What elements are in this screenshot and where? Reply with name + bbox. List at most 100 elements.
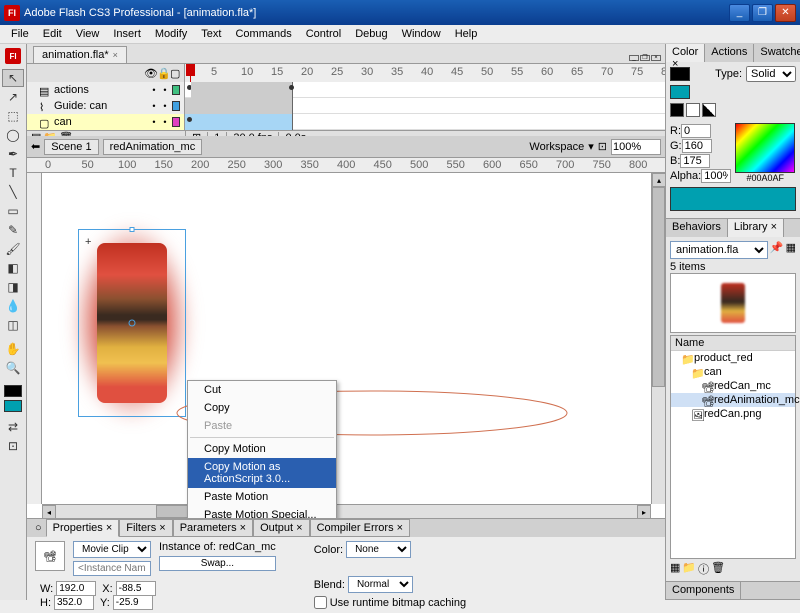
minimize-button[interactable]: _ <box>729 4 750 22</box>
line-tool[interactable]: ╲ <box>2 183 24 201</box>
menu-text[interactable]: Text <box>194 26 228 42</box>
tab-behaviors[interactable]: Behaviors <box>666 219 728 237</box>
new-library-icon[interactable]: ▦ <box>786 241 796 261</box>
tab-compiler-errors[interactable]: Compiler Errors × <box>310 519 411 537</box>
menu-debug[interactable]: Debug <box>348 26 394 42</box>
no-color-icon[interactable] <box>686 103 700 117</box>
text-tool[interactable]: T <box>2 164 24 182</box>
symbol-crumb[interactable]: redAnimation_mc <box>103 139 203 155</box>
paint-bucket-tool[interactable]: ◨ <box>2 278 24 296</box>
stroke-color-swatch[interactable] <box>4 385 22 397</box>
symbol-type-select[interactable]: Movie Clip <box>73 541 151 558</box>
horizontal-scrollbar[interactable]: ◂ ▸ <box>42 504 651 518</box>
blend-select[interactable]: Normal <box>348 576 413 593</box>
free-transform-tool[interactable]: ⬚ <box>2 107 24 125</box>
blue-input[interactable] <box>680 154 710 168</box>
color-picker[interactable] <box>735 123 795 173</box>
layer-actions[interactable]: ▤ actions •• <box>27 82 185 98</box>
snap-toggle[interactable]: ⊡ <box>2 437 24 455</box>
swap-button[interactable]: Swap... <box>159 556 276 571</box>
back-button[interactable]: ⬅ <box>31 140 40 153</box>
components-tab[interactable]: Components <box>666 582 741 599</box>
red-input[interactable] <box>681 124 711 138</box>
menu-insert[interactable]: Insert <box>106 26 148 42</box>
fill-swatch[interactable] <box>670 85 690 99</box>
library-doc-select[interactable]: animation.fla <box>670 241 768 259</box>
properties-button[interactable]: ⓘ <box>698 561 709 577</box>
y-input[interactable] <box>113 595 153 610</box>
doc-restore-button[interactable]: ❐ <box>640 55 650 61</box>
layer-frames[interactable] <box>185 82 665 98</box>
stage[interactable]: + <box>42 173 651 504</box>
menu-help[interactable]: Help <box>448 26 485 42</box>
tab-color[interactable]: Color × <box>666 44 705 62</box>
new-folder-button[interactable]: 📁 <box>682 561 696 577</box>
ctx-copy[interactable]: Copy <box>188 399 336 417</box>
tab-library[interactable]: Library × <box>728 219 784 237</box>
layer-frames[interactable] <box>185 114 665 130</box>
scene-crumb[interactable]: Scene 1 <box>44 139 98 155</box>
alpha-input[interactable] <box>701 169 731 183</box>
name-column-header[interactable]: Name <box>671 336 795 351</box>
doc-minimize-button[interactable]: _ <box>629 55 639 61</box>
new-symbol-button[interactable]: ▦ <box>670 561 680 577</box>
tab-properties[interactable]: Properties × <box>46 519 120 537</box>
menu-view[interactable]: View <box>69 26 107 42</box>
width-input[interactable] <box>56 581 96 596</box>
eraser-tool[interactable]: ◫ <box>2 316 24 334</box>
library-item[interactable]: 📽redCan_mc <box>671 379 795 393</box>
library-item[interactable]: 📁product_red <box>671 351 795 365</box>
eyedropper-tool[interactable]: 💧 <box>2 297 24 315</box>
outline-icon[interactable]: ▢ <box>170 67 180 80</box>
library-item[interactable]: 🖼redCan.png <box>671 407 795 421</box>
swap-colors-icon[interactable]: ⇄ <box>2 418 24 436</box>
menu-commands[interactable]: Commands <box>228 26 298 42</box>
layer-can[interactable]: ▢ can •• <box>27 114 185 130</box>
workspace-menu-icon[interactable]: ▾ <box>588 140 594 153</box>
default-colors-icon[interactable] <box>670 103 684 117</box>
lock-icon[interactable]: 🔒 <box>157 67 167 80</box>
stroke-swatch[interactable] <box>670 67 690 81</box>
layer-Guide: can[interactable]: ⌇ Guide: can •• <box>27 98 185 114</box>
selection-bounding-box[interactable]: + <box>78 229 186 417</box>
subselection-tool[interactable]: ↗ <box>2 88 24 106</box>
ctx-copy-motion[interactable]: Copy Motion <box>188 440 336 458</box>
delete-button[interactable]: 🗑 <box>711 561 725 577</box>
tab-output[interactable]: Output × <box>253 519 310 537</box>
tab-parameters[interactable]: Parameters × <box>173 519 253 537</box>
fill-color-swatch[interactable] <box>4 400 22 412</box>
doc-close-button[interactable]: × <box>651 55 661 61</box>
maximize-button[interactable]: ❐ <box>752 4 773 22</box>
vertical-scrollbar[interactable]: ▴ <box>651 173 665 504</box>
tab-filters[interactable]: Filters × <box>119 519 172 537</box>
ctx-cut[interactable]: Cut <box>188 381 336 399</box>
zoom-fit-icon[interactable]: ⊡ <box>598 140 607 153</box>
frame-ruler[interactable]: 51015202530354045505560657075808590 <box>185 64 665 82</box>
zoom-tool[interactable]: 🔍 <box>2 359 24 377</box>
swap-colors-icon[interactable] <box>702 103 716 117</box>
layer-frames[interactable] <box>185 98 665 114</box>
color-select[interactable]: None <box>346 541 411 558</box>
tab-swatches[interactable]: Swatches <box>754 44 800 62</box>
visibility-icon[interactable]: 👁 <box>144 67 154 80</box>
instance-name-input[interactable] <box>73 561 151 576</box>
document-tab[interactable]: animation.fla* × <box>33 46 127 63</box>
tab-actions[interactable]: Actions <box>705 44 754 62</box>
pen-tool[interactable]: ✒ <box>2 145 24 163</box>
ctx-copy-motion-as-actionscript-3-0[interactable]: Copy Motion as ActionScript 3.0... <box>188 458 336 488</box>
pencil-tool[interactable]: ✎ <box>2 221 24 239</box>
library-item[interactable]: 📁can <box>671 365 795 379</box>
library-item[interactable]: 📽redAnimation_mc <box>671 393 795 407</box>
green-input[interactable] <box>682 139 712 153</box>
close-icon[interactable]: × <box>113 50 118 60</box>
x-input[interactable] <box>116 581 156 596</box>
cache-checkbox[interactable] <box>314 596 327 609</box>
close-button[interactable]: ✕ <box>775 4 796 22</box>
brush-tool[interactable]: 🖌 <box>2 240 24 258</box>
selection-tool[interactable]: ↖ <box>2 69 24 87</box>
menu-control[interactable]: Control <box>299 26 348 42</box>
menu-edit[interactable]: Edit <box>36 26 69 42</box>
fill-type-select[interactable]: Solid <box>746 66 796 82</box>
menu-file[interactable]: File <box>4 26 36 42</box>
hand-tool[interactable]: ✋ <box>2 340 24 358</box>
